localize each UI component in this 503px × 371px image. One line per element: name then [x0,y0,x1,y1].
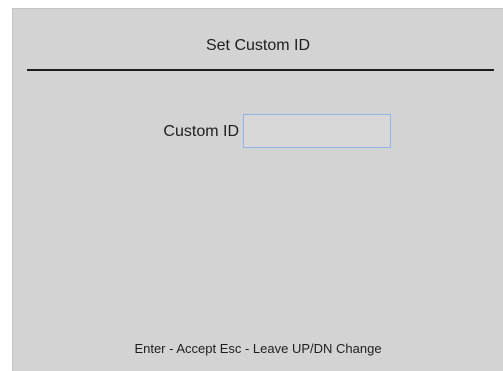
custom-id-field-row: Custom ID [13,114,503,150]
custom-id-dialog: Set Custom ID Custom ID Enter - Accept E… [12,8,503,371]
dialog-title: Set Custom ID [205,37,311,54]
custom-id-label: Custom ID [163,123,239,140]
custom-id-input[interactable] [243,114,391,148]
title-divider [27,69,494,71]
keyboard-help-text: Enter - Accept Esc - Leave UP/DN Change [134,341,382,356]
